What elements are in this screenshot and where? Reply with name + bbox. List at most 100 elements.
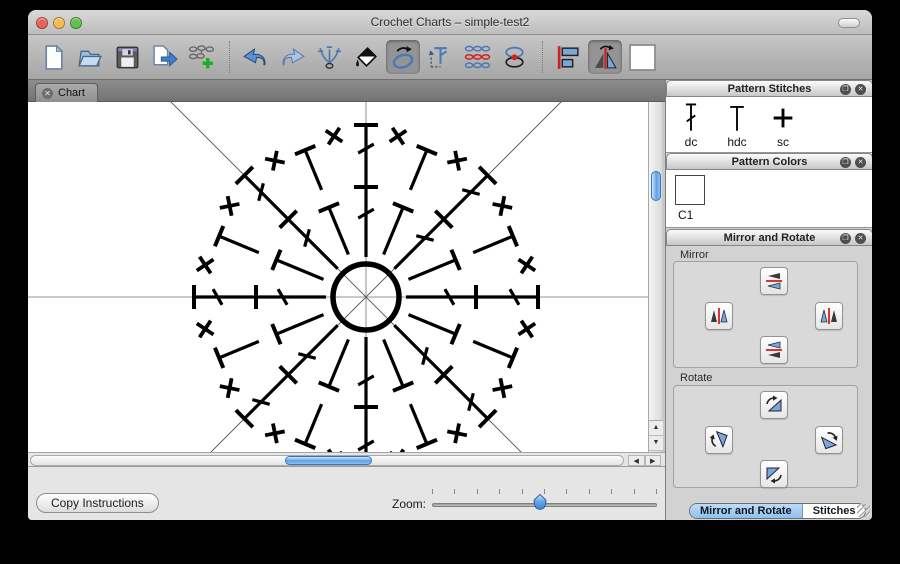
new-chart-button[interactable] bbox=[184, 40, 218, 74]
rotate-group-label: Rotate bbox=[680, 372, 713, 384]
ellipse-tool-icon bbox=[392, 45, 413, 69]
vertical-scrollbar[interactable]: ▲ ▼ bbox=[648, 102, 663, 452]
horizontal-scrollbar-thumb[interactable] bbox=[285, 456, 372, 465]
mirror-rotate-header[interactable]: Mirror and Rotate ❐ ✕ bbox=[666, 229, 872, 246]
color-swatch-C1[interactable] bbox=[675, 175, 705, 205]
new-document-icon bbox=[44, 44, 63, 70]
rotate-left-button[interactable] bbox=[705, 426, 733, 454]
tab-close-icon[interactable]: ✕ bbox=[42, 87, 53, 99]
scroll-right-arrow-icon[interactable]: ▶ bbox=[644, 454, 661, 466]
mirror-down-button[interactable] bbox=[760, 336, 788, 364]
toolbar-separator bbox=[542, 41, 543, 73]
mirror-down-icon bbox=[766, 341, 782, 358]
stitch-item-dc[interactable]: dc bbox=[672, 101, 710, 149]
scroll-left-arrow-icon[interactable]: ◀ bbox=[628, 454, 645, 466]
mirror-left-button[interactable] bbox=[705, 302, 733, 330]
float-panel-icon[interactable]: ❐ bbox=[840, 157, 851, 168]
open-file-icon bbox=[77, 50, 102, 66]
dock-tab-mirror-and-rotate[interactable]: Mirror and Rotate bbox=[690, 504, 803, 518]
export-icon bbox=[152, 44, 178, 67]
mirror-left-icon bbox=[711, 308, 728, 324]
dock-bottom-tabs: Mirror and Rotate Stitches bbox=[689, 503, 867, 519]
export-button[interactable] bbox=[147, 40, 181, 74]
undo-button[interactable] bbox=[238, 40, 272, 74]
mirror-icon bbox=[594, 44, 617, 69]
sc-stitch-icon bbox=[773, 108, 793, 128]
new-document-button[interactable] bbox=[36, 40, 70, 74]
mirror-up-button[interactable] bbox=[760, 267, 788, 295]
stitch-label: hdc bbox=[727, 135, 747, 149]
right-dock: Pattern Stitches ❐ ✕ dc hdc sc Pattern Col… bbox=[665, 80, 872, 520]
float-panel-icon[interactable]: ❐ bbox=[840, 233, 851, 244]
mirror-group-box bbox=[673, 261, 858, 368]
app-window: Crochet Charts – simple-test2 ✕ Chart ▲ … bbox=[28, 10, 872, 520]
mirror-rotate-body: Mirror Rotate bbox=[666, 246, 872, 520]
undo-icon bbox=[242, 47, 265, 65]
tab-chart[interactable]: ✕ Chart bbox=[35, 83, 98, 102]
color-label: C1 bbox=[678, 208, 694, 222]
fill-bucket-button[interactable] bbox=[349, 40, 383, 74]
titlebar[interactable]: Crochet Charts – simple-test2 bbox=[28, 10, 872, 35]
rotate-top-button[interactable] bbox=[760, 391, 788, 419]
tab-label: Chart bbox=[58, 87, 85, 99]
scroll-up-arrow-icon[interactable]: ▲ bbox=[649, 421, 663, 436]
align-icon bbox=[557, 45, 579, 69]
redo-button[interactable] bbox=[275, 40, 309, 74]
rotate-group-box bbox=[673, 385, 858, 488]
loops-icon bbox=[504, 46, 524, 68]
redo-icon bbox=[282, 47, 305, 65]
align-button[interactable] bbox=[551, 40, 585, 74]
stitch-fan-button[interactable] bbox=[312, 40, 346, 74]
toolbar bbox=[28, 35, 872, 80]
close-panel-icon[interactable]: ✕ bbox=[855, 84, 866, 95]
mirror-button[interactable] bbox=[588, 40, 622, 74]
crochet-chart-svg[interactable] bbox=[28, 10, 654, 520]
mirror-up-icon bbox=[766, 273, 782, 290]
vertical-scroll-arrows: ▲ ▼ bbox=[649, 420, 663, 451]
float-panel-icon[interactable]: ❐ bbox=[840, 84, 851, 95]
chain-rows-icon bbox=[464, 45, 490, 68]
fill-bucket-icon bbox=[355, 46, 377, 67]
mirror-group-label: Mirror bbox=[680, 249, 709, 261]
close-panel-icon[interactable]: ✕ bbox=[855, 233, 866, 244]
chart-canvas[interactable] bbox=[28, 10, 654, 520]
loops-button[interactable] bbox=[497, 40, 531, 74]
horizontal-scrollbar[interactable]: ◀ ▶ bbox=[28, 452, 665, 466]
stitch-label: sc bbox=[777, 135, 789, 149]
background-color-button[interactable] bbox=[625, 40, 659, 74]
stitch-fan-icon bbox=[317, 45, 341, 69]
open-file-button[interactable] bbox=[73, 40, 107, 74]
zoom-slider[interactable] bbox=[432, 489, 657, 515]
close-panel-icon[interactable]: ✕ bbox=[855, 157, 866, 168]
horizontal-scrollbar-track[interactable] bbox=[30, 454, 624, 466]
rotate-top-icon bbox=[766, 395, 782, 412]
stitch-mode-button[interactable] bbox=[423, 40, 457, 74]
scroll-down-arrow-icon[interactable]: ▼ bbox=[649, 436, 663, 451]
mirror-right-icon bbox=[820, 308, 837, 324]
stitch-item-hdc[interactable]: hdc bbox=[718, 101, 756, 149]
rotate-down-button[interactable] bbox=[760, 460, 788, 488]
chain-rows-button[interactable] bbox=[460, 40, 494, 74]
horizontal-scroll-arrows: ◀ ▶ bbox=[628, 454, 661, 466]
ellipse-tool-button[interactable] bbox=[386, 40, 420, 74]
pattern-colors-header[interactable]: Pattern Colors ❐ ✕ bbox=[666, 153, 872, 170]
zoom-slider-thumb[interactable] bbox=[533, 493, 547, 510]
rotate-right-icon bbox=[820, 432, 838, 450]
new-chart-icon bbox=[188, 44, 214, 68]
zoom-label: Zoom: bbox=[391, 497, 426, 511]
copy-instructions-button[interactable]: Copy Instructions bbox=[36, 493, 159, 513]
stitch-item-sc[interactable]: sc bbox=[764, 101, 802, 149]
resize-grip[interactable] bbox=[857, 504, 870, 517]
dc-stitch-icon bbox=[685, 103, 697, 131]
rotate-down-icon bbox=[766, 467, 782, 484]
pattern-stitches-header[interactable]: Pattern Stitches ❐ ✕ bbox=[666, 80, 872, 97]
window-title: Crochet Charts – simple-test2 bbox=[370, 15, 530, 29]
vertical-scrollbar-thumb[interactable] bbox=[650, 171, 661, 201]
pattern-stitches-list: dc hdc sc bbox=[666, 97, 872, 153]
rotate-left-icon bbox=[709, 430, 728, 449]
background-color-icon bbox=[628, 43, 656, 71]
mirror-right-button[interactable] bbox=[815, 302, 843, 330]
toolbar-toggle-button[interactable] bbox=[838, 18, 860, 28]
rotate-right-button[interactable] bbox=[815, 426, 843, 454]
save-button[interactable] bbox=[110, 40, 144, 74]
